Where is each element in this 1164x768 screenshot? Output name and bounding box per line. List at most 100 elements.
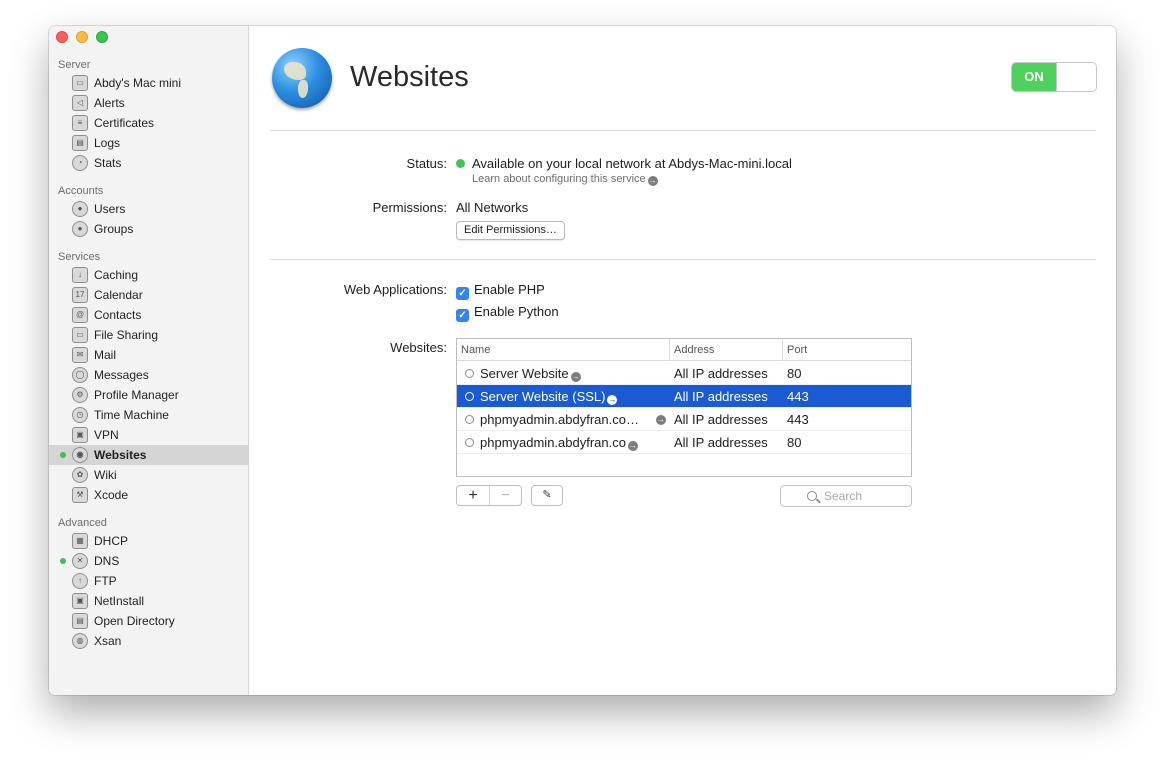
sidebar-item-wiki[interactable]: ✿ Wiki xyxy=(49,465,249,485)
arrow-right-circle-icon[interactable]: → xyxy=(570,372,581,382)
profile-manager-icon: ⚙ xyxy=(72,387,88,403)
service-toggle[interactable]: ON xyxy=(1011,62,1097,92)
sidebar-section-services: Services xyxy=(58,251,101,263)
table-row[interactable]: Server Website (SSL) → All IP addresses 4… xyxy=(457,385,911,408)
sidebar-item-label: Stats xyxy=(94,156,122,170)
arrow-right-circle-icon: → xyxy=(647,176,658,186)
sidebar-item-websites[interactable]: ◉ Websites xyxy=(49,445,249,465)
column-header-port[interactable]: Port xyxy=(783,339,911,361)
sidebar-item-logs[interactable]: ▤ Logs xyxy=(49,133,249,153)
address-cell: All IP addresses xyxy=(674,435,768,450)
sidebar-item-ftp[interactable]: ↑ FTP xyxy=(49,571,249,591)
remove-icon[interactable]: − xyxy=(489,486,521,505)
table-row[interactable]: phpmyadmin.abdyfran.co… → All IP address… xyxy=(457,408,911,431)
sidebar-item-dhcp[interactable]: ▦ DHCP xyxy=(49,531,249,551)
table-row[interactable]: Server Website → All IP addresses 80 xyxy=(457,362,911,385)
sidebar-item-label: DNS xyxy=(94,554,120,568)
caching-icon: ↓ xyxy=(72,267,88,283)
enable-php-checkbox[interactable]: ✓ Enable PHP xyxy=(456,282,545,300)
sidebar-item-file-sharing[interactable]: ▭ File Sharing xyxy=(49,325,249,345)
add-icon[interactable]: + xyxy=(457,486,489,505)
radio-icon xyxy=(465,438,474,447)
sidebar-item-label: Xcode xyxy=(94,488,129,502)
megaphone-icon: ◁ xyxy=(72,95,88,111)
column-header-address[interactable]: Address xyxy=(670,339,783,361)
sidebar-item-netinstall[interactable]: ▣ NetInstall xyxy=(49,591,249,611)
sidebar-item-label: Certificates xyxy=(94,116,155,130)
sidebar-item-users[interactable]: ● Users xyxy=(49,199,249,219)
sidebar-item-label: Wiki xyxy=(94,468,117,482)
globe-icon: ◉ xyxy=(72,447,88,463)
table-row[interactable]: phpmyadmin.abdyfran.co → All IP addresses… xyxy=(457,431,911,454)
sidebar-item-label: Groups xyxy=(94,222,134,236)
mail-icon: ✉ xyxy=(72,347,88,363)
dhcp-icon: ▦ xyxy=(72,533,88,549)
vpn-lock-icon: ▣ xyxy=(72,427,88,443)
edit-pencil-icon[interactable]: ✎ xyxy=(531,485,563,506)
sidebar-section-accounts: Accounts xyxy=(58,185,104,197)
web-applications-label: Web Applications: xyxy=(343,282,447,297)
search-field[interactable] xyxy=(780,485,912,507)
search-input[interactable] xyxy=(824,487,904,505)
sidebar-item-vpn[interactable]: ▣ VPN xyxy=(49,425,249,445)
sidebar-item-xcode[interactable]: ⚒ Xcode xyxy=(49,485,249,505)
sidebar-item-contacts[interactable]: @ Contacts xyxy=(49,305,249,325)
toggle-knob xyxy=(1056,63,1096,91)
address-cell: All IP addresses xyxy=(674,412,768,427)
arrow-right-circle-icon[interactable]: → xyxy=(656,415,666,425)
sidebar-item-open-directory[interactable]: ▤ Open Directory xyxy=(49,611,249,631)
arrow-right-circle-icon[interactable]: → xyxy=(627,441,638,451)
contacts-icon: @ xyxy=(72,307,88,323)
enable-python-checkbox[interactable]: ✓ Enable Python xyxy=(456,304,559,322)
service-running-indicator xyxy=(60,558,66,564)
xcode-icon: ⚒ xyxy=(72,487,88,503)
sidebar-item-label: Profile Manager xyxy=(94,388,179,402)
sidebar-item-label: Abdy's Mac mini xyxy=(94,76,181,90)
learn-more-text: Learn about configuring this service xyxy=(472,173,646,185)
arrow-right-circle-icon[interactable]: → xyxy=(607,395,618,405)
learn-more-link[interactable]: Learn about configuring this service → xyxy=(472,173,658,186)
sidebar-item-calendar[interactable]: 17 Calendar xyxy=(49,285,249,305)
sidebar-item-xsan[interactable]: ◍ Xsan xyxy=(49,631,249,651)
port-cell: 443 xyxy=(787,389,809,404)
sidebar-item-dns[interactable]: ✕ DNS xyxy=(49,551,249,571)
edit-permissions-button[interactable]: Edit Permissions… xyxy=(456,221,565,240)
sidebar-item-label: Time Machine xyxy=(94,408,169,422)
site-name: phpmyadmin.abdyfran.co xyxy=(480,435,626,450)
user-icon: ● xyxy=(72,201,88,217)
dns-icon: ✕ xyxy=(72,553,88,569)
address-cell: All IP addresses xyxy=(674,389,768,404)
sidebar-item-profile-manager[interactable]: ⚙ Profile Manager xyxy=(49,385,249,405)
minimize-window-button[interactable] xyxy=(76,31,88,43)
sidebar-item-groups[interactable]: ● Groups xyxy=(49,219,249,239)
sidebar-item-mac-mini[interactable]: ▭ Abdy's Mac mini xyxy=(49,73,249,93)
port-cell: 443 xyxy=(787,412,809,427)
checkmark-icon: ✓ xyxy=(456,309,469,322)
column-header-name[interactable]: Name xyxy=(457,339,670,361)
log-icon: ▤ xyxy=(72,135,88,151)
sidebar-list: Server ▭ Abdy's Mac mini ◁ Alerts ≡ Certifi… xyxy=(49,54,249,651)
site-name: Server Website xyxy=(480,366,569,381)
sidebar-item-label: Mail xyxy=(94,348,117,362)
zoom-window-button[interactable] xyxy=(96,31,108,43)
radio-icon xyxy=(465,392,474,401)
sidebar-item-mail[interactable]: ✉ Mail xyxy=(49,345,249,365)
add-remove-segmented-control: + − xyxy=(456,485,522,506)
websites-label: Websites: xyxy=(390,340,447,355)
sidebar-item-label: Xsan xyxy=(94,634,122,648)
sidebar-item-certificates[interactable]: ≡ Certificates xyxy=(49,113,249,133)
radio-icon xyxy=(465,369,474,378)
websites-globe-icon xyxy=(272,48,332,108)
sidebar-item-alerts[interactable]: ◁ Alerts xyxy=(49,93,249,113)
sidebar-item-stats[interactable]: ◔ Stats xyxy=(49,153,249,173)
close-window-button[interactable] xyxy=(56,31,68,43)
open-directory-icon: ▤ xyxy=(72,613,88,629)
main-pane: Websites ON Status: Available on your lo… xyxy=(250,26,1116,695)
calendar-icon: 17 xyxy=(72,287,88,303)
port-cell: 80 xyxy=(787,366,802,381)
sidebar-item-label: FTP xyxy=(94,574,117,588)
sidebar-item-messages[interactable]: ◯ Messages xyxy=(49,365,249,385)
ftp-icon: ↑ xyxy=(72,573,88,589)
sidebar-item-time-machine[interactable]: ◷ Time Machine xyxy=(49,405,249,425)
sidebar-item-caching[interactable]: ↓ Caching xyxy=(49,265,249,285)
